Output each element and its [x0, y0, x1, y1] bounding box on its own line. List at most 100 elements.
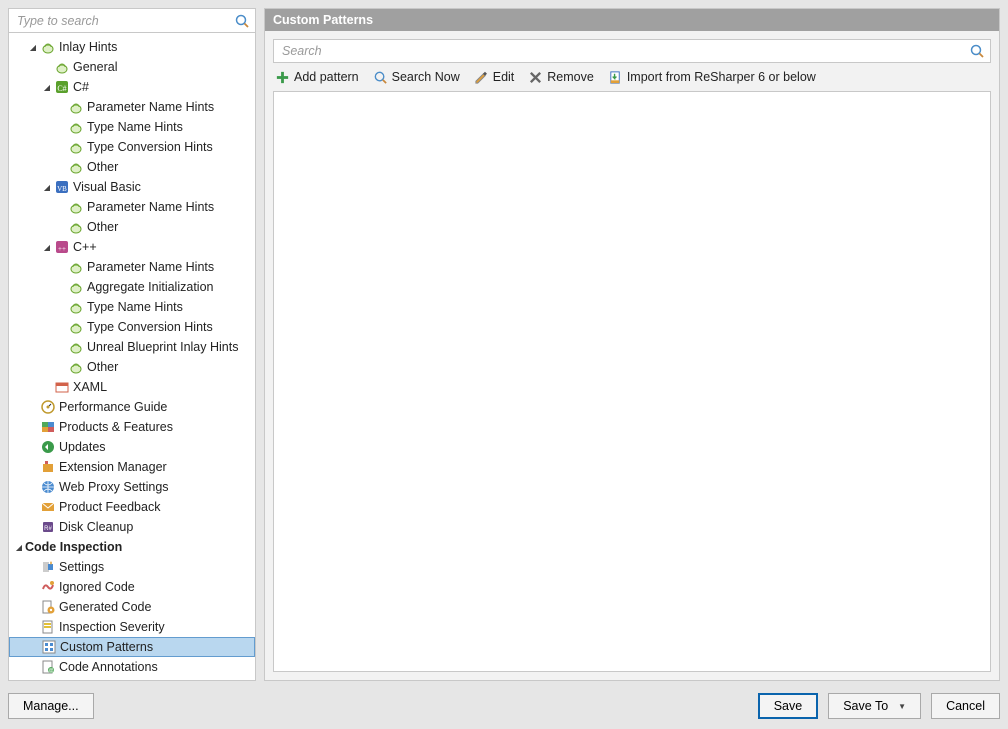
cancel-button[interactable]: Cancel	[931, 693, 1000, 719]
expand-arrow-icon[interactable]	[27, 42, 39, 52]
hint-icon	[40, 39, 56, 55]
hint-icon	[68, 139, 84, 155]
search-icon[interactable]	[233, 12, 251, 30]
tree-item-label: Extension Manager	[59, 460, 167, 474]
tree-item[interactable]: Type Conversion Hints	[9, 317, 255, 337]
hint-icon	[68, 259, 84, 275]
tree-item-label: Inspection Severity	[59, 620, 165, 634]
search-icon[interactable]	[968, 42, 986, 60]
expand-arrow-icon[interactable]	[41, 82, 53, 92]
tree-item[interactable]: Custom Patterns	[9, 637, 255, 657]
tree-item[interactable]: Parameter Name Hints	[9, 97, 255, 117]
options-tree[interactable]: Inlay Hints General C# Parameter Name Hints…	[9, 33, 255, 680]
tree-item[interactable]: Other	[9, 357, 255, 377]
settings-icon	[40, 559, 56, 575]
tree-item-label: Other	[87, 220, 118, 234]
tree-item[interactable]: Code Inspection	[9, 537, 255, 557]
tree-item-label: Code Inspection	[25, 540, 122, 554]
tree-item-label: Product Feedback	[59, 500, 160, 514]
ext-icon	[40, 459, 56, 475]
update-icon	[40, 439, 56, 455]
import-button[interactable]: Import from ReSharper 6 or below	[608, 70, 816, 85]
tree-item[interactable]: General	[9, 57, 255, 77]
hint-icon	[54, 59, 70, 75]
splitter[interactable]	[256, 8, 264, 681]
tree-item[interactable]: Performance Guide	[9, 397, 255, 417]
tree-item[interactable]: Other	[9, 217, 255, 237]
sidebar-search-input[interactable]	[13, 14, 233, 28]
tree-item-label: Web Proxy Settings	[59, 480, 169, 494]
manage-button[interactable]: Manage...	[8, 693, 94, 719]
tree-item-label: Generated Code	[59, 600, 151, 614]
hint-icon	[68, 299, 84, 315]
tree-item[interactable]: Type Name Hints	[9, 297, 255, 317]
tree-item-label: C++	[73, 240, 97, 254]
expand-arrow-icon[interactable]	[41, 182, 53, 192]
hint-icon	[68, 159, 84, 175]
tree-item[interactable]: Product Feedback	[9, 497, 255, 517]
remove-button[interactable]: Remove	[528, 70, 594, 85]
expand-arrow-icon[interactable]	[41, 242, 53, 252]
hint-icon	[68, 279, 84, 295]
tree-item[interactable]: Parameter Name Hints	[9, 257, 255, 277]
tree-item[interactable]: Updates	[9, 437, 255, 457]
plus-icon	[275, 70, 290, 85]
tree-item[interactable]: Inlay Hints	[9, 37, 255, 57]
patterns-list[interactable]	[273, 91, 991, 672]
tree-item-label: Type Conversion Hints	[87, 140, 213, 154]
tree-item[interactable]: Inspection Severity	[9, 617, 255, 637]
tree-item[interactable]: Type Conversion Hints	[9, 137, 255, 157]
tree-item-label: Parameter Name Hints	[87, 100, 214, 114]
tree-item[interactable]: Products & Features	[9, 417, 255, 437]
tree-item[interactable]: Extension Manager	[9, 457, 255, 477]
button-label: Manage...	[23, 699, 79, 713]
tree-item-label: Unreal Blueprint Inlay Hints	[87, 340, 238, 354]
vb-icon	[54, 179, 70, 195]
tree-item[interactable]: Settings	[9, 557, 255, 577]
prod-icon	[40, 419, 56, 435]
ignore-icon	[40, 579, 56, 595]
tree-item[interactable]: Visual Basic	[9, 177, 255, 197]
tree-item[interactable]: XAML	[9, 377, 255, 397]
panel-title: Custom Patterns	[265, 9, 999, 31]
severity-icon	[40, 619, 56, 635]
tree-item[interactable]: Type Name Hints	[9, 117, 255, 137]
tree-item[interactable]: Web Proxy Settings	[9, 477, 255, 497]
xaml-icon	[54, 379, 70, 395]
hint-icon	[68, 319, 84, 335]
pattern-icon	[41, 639, 57, 655]
sidebar-search	[9, 9, 255, 33]
tree-item[interactable]: Ignored Code	[9, 577, 255, 597]
button-label: Cancel	[946, 699, 985, 713]
save-button[interactable]: Save	[758, 693, 819, 719]
tree-item[interactable]: Disk Cleanup	[9, 517, 255, 537]
perf-icon	[40, 399, 56, 415]
tree-item-label: Ignored Code	[59, 580, 135, 594]
tree-item-label: Inlay Hints	[59, 40, 117, 54]
tree-item[interactable]: C++	[9, 237, 255, 257]
tree-item[interactable]: Aggregate Initialization	[9, 277, 255, 297]
search-now-button[interactable]: Search Now	[373, 70, 460, 85]
tree-item-label: Code Annotations	[59, 660, 158, 674]
hint-icon	[68, 199, 84, 215]
add-pattern-button[interactable]: Add pattern	[275, 70, 359, 85]
tree-item[interactable]: C#	[9, 77, 255, 97]
tree-item-label: Updates	[59, 440, 106, 454]
tree-item[interactable]: Generated Code	[9, 597, 255, 617]
save-to-button[interactable]: Save To ▼	[828, 693, 921, 719]
edit-button[interactable]: Edit	[474, 70, 515, 85]
tree-item-label: Settings	[59, 560, 104, 574]
tree-item[interactable]: Code Annotations	[9, 657, 255, 677]
tree-item-label: Custom Patterns	[60, 640, 153, 654]
csharp-icon	[54, 79, 70, 95]
tree-item-label: Other	[87, 360, 118, 374]
tree-item[interactable]: Unreal Blueprint Inlay Hints	[9, 337, 255, 357]
proxy-icon	[40, 479, 56, 495]
toolbar-label: Import from ReSharper 6 or below	[627, 70, 816, 84]
panel-search-input[interactable]	[278, 44, 968, 58]
tree-item-label: General	[73, 60, 117, 74]
expand-arrow-icon[interactable]	[13, 542, 25, 552]
tree-item[interactable]: Parameter Name Hints	[9, 197, 255, 217]
toolbar-label: Add pattern	[294, 70, 359, 84]
tree-item[interactable]: Other	[9, 157, 255, 177]
